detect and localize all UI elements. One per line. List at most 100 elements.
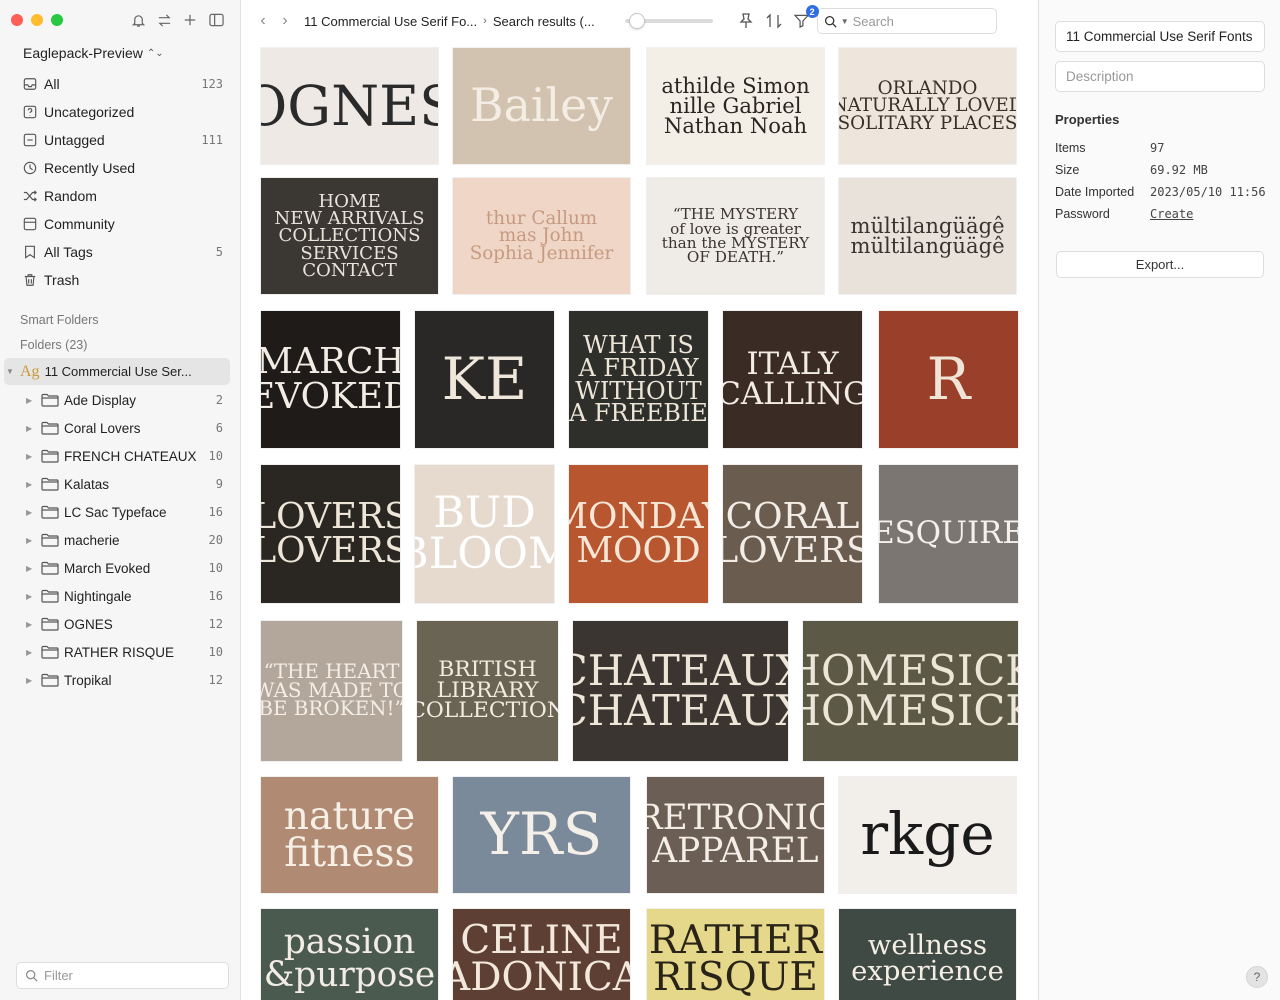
description-field[interactable]: Description <box>1055 61 1265 92</box>
forward-icon[interactable]: › <box>274 12 296 30</box>
folder-item[interactable]: ▶ Coral Lovers 6 <box>0 414 241 442</box>
asset-thumbnail[interactable]: athilde Simon nille Gabriel Nathan Noah <box>647 48 824 164</box>
nav-item-all-tags[interactable]: All Tags 5 <box>0 238 241 266</box>
disclosure-right-icon[interactable]: ▶ <box>26 676 36 685</box>
disclosure-right-icon[interactable]: ▶ <box>26 452 36 461</box>
nav-label: Random <box>44 188 97 204</box>
help-button[interactable]: ? <box>1246 966 1268 988</box>
folder-item[interactable]: ▶ Tropikal 12 <box>0 666 241 694</box>
chevron-down-icon[interactable]: ▼ <box>841 17 849 26</box>
asset-thumbnail[interactable]: LOVERS LOVERS <box>261 465 400 603</box>
zoom-window-button[interactable] <box>51 14 63 26</box>
library-name: Eaglepack-Preview <box>23 45 143 61</box>
asset-preview-text: RETRONIC APPAREL <box>647 798 824 871</box>
add-icon[interactable] <box>182 10 198 30</box>
disclosure-right-icon[interactable]: ▶ <box>26 396 36 405</box>
disclosure-right-icon[interactable]: ▶ <box>26 480 36 489</box>
asset-thumbnail[interactable]: MARCH EVOKED <box>261 311 400 448</box>
sort-icon[interactable] <box>763 10 785 32</box>
folder-count: 10 <box>208 645 223 659</box>
nav-item-all[interactable]: All 123 <box>0 70 241 98</box>
asset-thumbnail[interactable]: passion &purpose <box>261 909 438 1000</box>
asset-thumbnail[interactable]: OGNES <box>261 48 438 164</box>
nav-label: Trash <box>44 272 80 288</box>
disclosure-right-icon[interactable]: ▶ <box>26 508 36 517</box>
disclosure-down-icon[interactable]: ▼ <box>4 367 16 376</box>
folder-icon <box>41 477 59 491</box>
asset-preview-text: wellness experience <box>851 929 1004 987</box>
close-window-button[interactable] <box>11 14 23 26</box>
asset-thumbnail[interactable]: ESQUIRE <box>879 465 1018 603</box>
asset-thumbnail[interactable]: BRITISH LIBRARY COLLECTION <box>417 621 558 761</box>
nav-item-untagged[interactable]: Untagged 111 <box>0 126 241 154</box>
asset-thumbnail[interactable]: MONDAY MOOD <box>569 465 708 603</box>
folder-item[interactable]: ▶ Kalatas 9 <box>0 470 241 498</box>
asset-thumbnail[interactable]: Bailey <box>453 48 630 164</box>
sidebar-toggle-icon[interactable] <box>208 10 224 30</box>
asset-thumbnail[interactable]: “THE MYSTERY of love is greater than the… <box>647 178 824 294</box>
folder-item[interactable]: ▶ Ade Display 2 <box>0 386 241 414</box>
filter-input[interactable]: Filter <box>16 962 229 989</box>
asset-preview-text: OGNES <box>261 73 438 138</box>
nav-item-community[interactable]: Community <box>0 210 241 238</box>
nav-item-random[interactable]: Random <box>0 182 241 210</box>
folder-item[interactable]: ▶ March Evoked 10 <box>0 554 241 582</box>
asset-thumbnail[interactable]: R <box>879 311 1018 448</box>
folder-name-field[interactable]: 11 Commercial Use Serif Fonts <box>1055 21 1265 52</box>
folder-count: 16 <box>208 589 223 603</box>
asset-thumbnail[interactable]: YRS <box>453 777 630 893</box>
asset-thumbnail[interactable]: “THE HEART WAS MADE TO BE BROKEN!” <box>261 621 402 761</box>
smart-folders-heading[interactable]: Smart Folders <box>20 313 99 327</box>
search-icon <box>824 15 837 28</box>
asset-thumbnail[interactable]: HOME NEW ARRIVALS COLLECTIONS SERVICES C… <box>261 178 438 294</box>
folder-current[interactable]: ▼ Ag 11 Commercial Use Ser... <box>4 358 230 385</box>
search-input[interactable]: ▼ Search <box>816 8 997 34</box>
breadcrumb-search[interactable]: Search results (... <box>493 14 595 29</box>
disclosure-right-icon[interactable]: ▶ <box>26 648 36 657</box>
folder-item[interactable]: ▶ macherie 20 <box>0 526 241 554</box>
nav-item-uncategorized[interactable]: Uncategorized <box>0 98 241 126</box>
asset-thumbnail[interactable]: KE <box>415 311 554 448</box>
folder-item[interactable]: ▶ Nightingale 16 <box>0 582 241 610</box>
zoom-slider-knob[interactable] <box>629 13 646 29</box>
asset-thumbnail[interactable]: CHATEAUX CHATEAUX <box>573 621 788 761</box>
asset-thumbnail[interactable]: rkge <box>839 777 1016 893</box>
asset-thumbnail[interactable]: RATHER RISQUE <box>647 909 824 1000</box>
disclosure-right-icon[interactable]: ▶ <box>26 620 36 629</box>
asset-thumbnail[interactable]: RETRONIC APPAREL <box>647 777 824 893</box>
folder-item[interactable]: ▶ OGNES 12 <box>0 610 241 638</box>
asset-thumbnail[interactable]: thur Callum mas John Sophia Jennifer <box>453 178 630 294</box>
sync-icon[interactable] <box>156 10 172 30</box>
asset-thumbnail[interactable]: WHAT IS A FRIDAY WITHOUT A FREEBIE <box>569 311 708 448</box>
create-password-link[interactable]: Create <box>1150 207 1193 221</box>
disclosure-right-icon[interactable]: ▶ <box>26 592 36 601</box>
disclosure-right-icon[interactable]: ▶ <box>26 424 36 433</box>
disclosure-right-icon[interactable]: ▶ <box>26 536 36 545</box>
folder-item[interactable]: ▶ LC Sac Typeface 16 <box>0 498 241 526</box>
zoom-slider[interactable] <box>624 13 713 29</box>
bell-icon[interactable] <box>130 10 146 30</box>
disclosure-right-icon[interactable]: ▶ <box>26 564 36 573</box>
asset-thumbnail[interactable]: ITALY CALLING <box>723 311 862 448</box>
asset-thumbnail[interactable]: mültilangüägê mültilangüägê <box>839 178 1016 294</box>
breadcrumb-folder[interactable]: 11 Commercial Use Serif Fo... <box>304 14 477 29</box>
folder-item[interactable]: ▶ RATHER RISQUE 10 <box>0 638 241 666</box>
asset-thumbnail[interactable]: nature fitness <box>261 777 438 893</box>
asset-thumbnail[interactable]: BUD BLOOM <box>415 465 554 603</box>
library-switcher[interactable]: Eaglepack-Preview ⌃⌄ <box>23 45 164 61</box>
folders-heading[interactable]: Folders (23) <box>20 338 87 352</box>
back-icon[interactable]: ‹ <box>252 12 274 30</box>
asset-thumbnail[interactable]: ORLANDO NATURALLY LOVED SOLITARY PLACES <box>839 48 1016 164</box>
export-button[interactable]: Export... <box>1056 251 1264 278</box>
minimize-window-button[interactable] <box>31 14 43 26</box>
asset-thumbnail[interactable]: wellness experience <box>839 909 1016 1000</box>
asset-thumbnail[interactable]: CELINE ADONICA <box>453 909 630 1000</box>
filter-icon[interactable]: 2 <box>791 5 819 32</box>
folder-item[interactable]: ▶ FRENCH CHATEAUX 10 <box>0 442 241 470</box>
nav-item-trash[interactable]: Trash <box>0 266 241 294</box>
asset-thumbnail[interactable]: CORAL LOVERS <box>723 465 862 603</box>
asset-thumbnail[interactable]: HOMESICK HOMESICK <box>803 621 1018 761</box>
folder-tree: ▼ Ag 11 Commercial Use Ser... <box>0 358 241 385</box>
nav-item-recently-used[interactable]: Recently Used <box>0 154 241 182</box>
pin-icon[interactable] <box>735 10 757 32</box>
